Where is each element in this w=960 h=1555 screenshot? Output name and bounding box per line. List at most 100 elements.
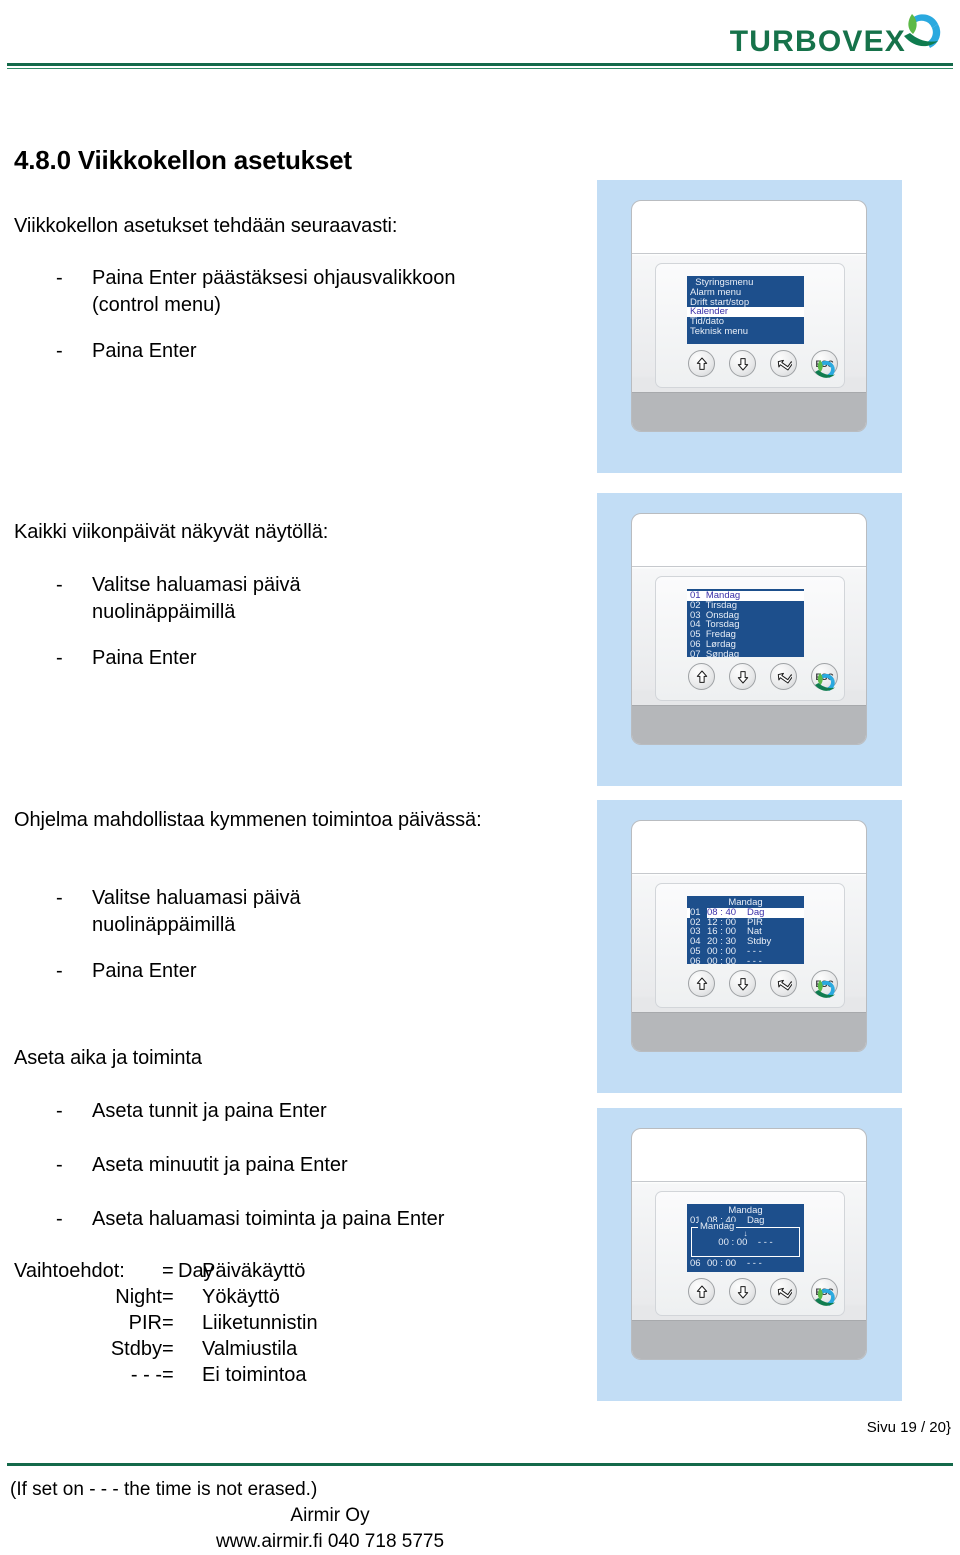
list-item: - Valitse haluamasi päivä nuolinäppäimil… — [56, 572, 396, 626]
eco-swoosh-icon — [812, 670, 836, 694]
intro-paragraph: Viikkokellon asetukset tehdään seuraavas… — [14, 215, 398, 237]
bullet-dash: - — [56, 647, 63, 669]
turbovex-logo: TURBOVEX — [730, 6, 942, 57]
eco-swoosh-icon — [812, 357, 836, 381]
footer-contact: www.airmir.fi 040 718 5775 — [215, 1531, 445, 1552]
bullet-dash: - — [56, 960, 63, 982]
lcd-row-action: - - - — [747, 1257, 762, 1269]
lcd-row-action: - - - — [747, 955, 762, 964]
down-arrow-button[interactable] — [729, 350, 756, 377]
list-item: - Aseta minuutit ja paina Enter — [56, 1152, 556, 1179]
bullet-dash: - — [56, 1208, 63, 1230]
section3-bullet-list: - Valitse haluamasi päivä nuolinäppäimil… — [56, 885, 396, 985]
lcd-title: Mandag — [728, 897, 763, 908]
options-legend-label: Vaihtoehdot: — [14, 1260, 125, 1282]
lcd-title: Mandag — [728, 1205, 763, 1216]
bullet-dash: - — [56, 887, 63, 909]
footer-note: (If set on - - - the time is not erased.… — [10, 1479, 318, 1500]
enter-button[interactable] — [770, 663, 797, 690]
header-divider-thin — [7, 68, 953, 69]
controller-lcd-display: Mandag 01 08 : 40 Dag Mandag ↓ 00 : 00 - - -06… — [687, 1204, 804, 1272]
device-base — [632, 1012, 866, 1051]
lcd-schedule-row: 05 00 : 00- - - — [687, 947, 804, 957]
section2-bullet-list: - Valitse haluamasi päivä nuolinäppäimil… — [56, 572, 396, 672]
list-item-label: Paina Enter päästäksesi ohjausvalikkoon … — [92, 267, 456, 316]
figure-weekday-list-screen: 01 Mandag 02 Tirsdag 03 Onsdag 04 Torsdag 05… — [597, 493, 902, 786]
enter-button[interactable] — [770, 970, 797, 997]
lcd-row-index: 06 — [690, 955, 701, 964]
lcd-edit-box-value: 00 : 00 - - - — [718, 1236, 773, 1248]
controller-device: Mandag 01 08 : 40 Dag Mandag ↓ 00 : 00 - - -06… — [631, 1128, 867, 1360]
controller-lcd-display: Mandag 01 08 : 40 Dag 02 12 : 00 PIR 03 16 : 00 N… — [687, 896, 804, 964]
enter-button[interactable] — [770, 350, 797, 377]
list-item: - Paina Enter — [56, 645, 396, 672]
list-item-label: Paina Enter — [92, 647, 197, 669]
lcd-schedule-row: 02 12 : 00 PIR — [687, 917, 804, 928]
lcd-schedule-row: 01 08 : 40 Dag — [687, 907, 804, 918]
section1-bullet-list: - Paina Enter päästäksesi ohjausvalikkoo… — [56, 265, 456, 365]
down-arrow-button[interactable] — [729, 1278, 756, 1305]
options-value: Ei toimintoa — [202, 1364, 307, 1386]
device-base — [632, 705, 866, 744]
controller-lcd-display: Styringsmenu Alarm menu Drift start/stop Ka… — [687, 276, 804, 344]
device-seam — [632, 566, 866, 567]
footer-divider-top — [7, 1463, 953, 1466]
bullet-dash: - — [56, 1154, 63, 1176]
up-arrow-button[interactable] — [688, 663, 715, 690]
options-key: Night — [115, 1286, 162, 1308]
bullet-dash: - — [56, 574, 63, 596]
table-row: Night = Yökäyttö — [14, 1284, 318, 1310]
lcd-row-action: Dag — [747, 1214, 765, 1226]
enter-button[interactable] — [770, 1278, 797, 1305]
lcd-menu-item: 07 Søndag — [690, 648, 740, 657]
options-value: Yökäyttö — [202, 1286, 280, 1308]
options-key: - - - — [130, 1364, 162, 1386]
turbovex-leaf-swoosh-icon — [896, 8, 942, 54]
down-arrow-button[interactable] — [729, 663, 756, 690]
lcd-schedule-row: 06 00 : 00 - - - — [687, 1257, 804, 1269]
list-item: - Paina Enter — [56, 338, 456, 365]
lcd-row-time: 00 : 00 — [707, 1257, 737, 1269]
down-arrow-button[interactable] — [729, 970, 756, 997]
options-value: Valmiustila — [202, 1338, 298, 1360]
controller-device: Mandag 01 08 : 40 Dag 02 12 : 00 PIR 03 16 : 00 N… — [631, 820, 867, 1052]
bullet-dash: - — [56, 267, 63, 289]
up-arrow-button[interactable] — [688, 1278, 715, 1305]
device-seam — [632, 1181, 866, 1182]
page-number: Sivu 19 / 20} — [866, 1419, 951, 1436]
options-value: Liiketunnistin — [202, 1312, 318, 1334]
device-base — [632, 392, 866, 431]
controller-device: 01 Mandag 02 Tirsdag 03 Onsdag 04 Torsdag 05… — [631, 513, 867, 745]
list-item-label: Paina Enter — [92, 960, 197, 982]
page-header: TURBOVEX — [0, 0, 960, 78]
table-row: Stdby = Valmiustila — [14, 1336, 318, 1362]
up-arrow-button[interactable] — [688, 350, 715, 377]
figure-edit-entry-screen: Mandag 01 08 : 40 Dag Mandag ↓ 00 : 00 - - -06… — [597, 1108, 902, 1401]
controller-faceplate: Mandag 01 08 : 40 Dag Mandag ↓ 00 : 00 - - -06… — [655, 1191, 845, 1316]
lcd-row-time: 00 : 00 — [707, 955, 737, 964]
controller-faceplate: Styringsmenu Alarm menu Drift start/stop Ka… — [655, 263, 845, 388]
controller-faceplate: Mandag 01 08 : 40 Dag 02 12 : 00 PIR 03 16 : 00 N… — [655, 883, 845, 1008]
lcd-schedule-row: 06 00 : 00 - - - — [687, 955, 804, 964]
table-row: - - - = Ei toimintoa — [14, 1362, 318, 1388]
lcd-edit-box: Mandag ↓ 00 : 00 - - - — [691, 1221, 800, 1257]
list-item-label: Aseta haluamasi toiminta ja paina Enter — [92, 1208, 445, 1230]
table-row: PIR = Liiketunnistin — [14, 1310, 318, 1336]
figure-control-menu-screen: Styringsmenu Alarm menu Drift start/stop Ka… — [597, 180, 902, 473]
table-row: Vaihtoehdot: = Päiväkäyttö — [14, 1258, 318, 1284]
list-item: - Paina Enter — [56, 958, 396, 985]
page-title: 4.8.0 Viikkokellon asetukset — [14, 145, 352, 175]
section3-heading: Ohjelma mahdollistaa kymmenen toimintoa … — [14, 809, 482, 831]
list-item: - Valitse haluamasi päivä nuolinäppäimil… — [56, 885, 396, 939]
options-equals: = — [162, 1286, 174, 1308]
lcd-menu-item: Teknisk menu — [690, 325, 749, 337]
device-base — [632, 1320, 866, 1359]
list-item-label: Aseta minuutit ja paina Enter — [92, 1154, 348, 1176]
list-item: - Aseta tunnit ja paina Enter — [56, 1098, 556, 1125]
list-item-label: Valitse haluamasi päivä nuolinäppäimillä — [92, 574, 301, 623]
device-seam — [632, 873, 866, 874]
controller-lcd-display: 01 Mandag 02 Tirsdag 03 Onsdag 04 Torsdag 05… — [687, 589, 804, 657]
eco-swoosh-icon — [812, 1285, 836, 1309]
options-legend: Vaihtoehdot: = Päiväkäyttö Night = Yökäy… — [14, 1258, 318, 1388]
up-arrow-button[interactable] — [688, 970, 715, 997]
